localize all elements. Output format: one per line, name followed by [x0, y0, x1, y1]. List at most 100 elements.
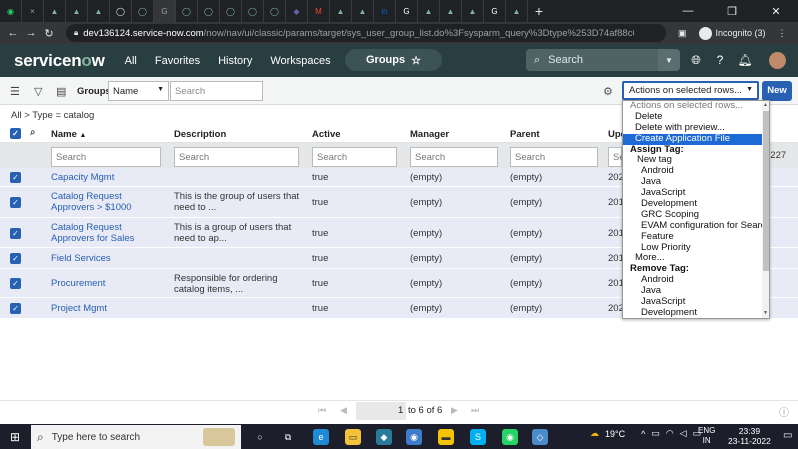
browser-tab[interactable]: ▲ [88, 0, 110, 22]
row-checkbox[interactable]: ✓ [10, 197, 21, 208]
browser-tab[interactable]: ◯ [110, 0, 132, 22]
group-name-link[interactable]: Field Services [51, 253, 163, 264]
browser-tab[interactable]: G [484, 0, 506, 22]
window-close-icon[interactable]: ✕ [754, 5, 798, 18]
app-icon[interactable]: ◆ [376, 429, 392, 445]
group-name-link[interactable]: Procurement [51, 278, 163, 289]
clock[interactable]: 23:39 23-11-2022 [728, 426, 771, 446]
chrome-icon[interactable]: ◉ [406, 429, 422, 445]
browser-tab[interactable]: × [22, 0, 44, 22]
browser-tab[interactable]: ◉ [0, 0, 22, 22]
first-page-icon[interactable]: ⏮ [318, 405, 326, 416]
row-checkbox[interactable]: ✓ [10, 227, 21, 239]
taskbar-search[interactable]: ⌕ Type here to search [31, 425, 241, 449]
weather-icon[interactable]: ☁ [590, 428, 599, 439]
scrollbar-thumb[interactable] [763, 111, 769, 271]
whatsapp-taskbar-icon[interactable]: ◉ [502, 429, 518, 445]
globe-icon[interactable]: 🌐︎ [688, 52, 704, 68]
network-icon[interactable]: ▭ [651, 428, 660, 439]
next-page-icon[interactable]: ▶ [451, 405, 458, 416]
comment-icon[interactable]: ▤ [56, 85, 66, 98]
incognito-indicator[interactable]: ▣ Incognito (3) ⋮ [678, 26, 787, 40]
row-checkbox[interactable]: ✓ [10, 278, 21, 289]
browser-tab[interactable]: M [308, 0, 330, 22]
language-indicator[interactable]: ENG IN [698, 426, 715, 446]
dropdown-scrollbar[interactable]: ▲ ▼ [762, 101, 769, 318]
servicenow-logo[interactable]: servicenow [14, 51, 105, 71]
browser-tab[interactable]: ◯ [132, 0, 154, 22]
prev-page-icon[interactable]: ◀ [340, 405, 347, 416]
select-all-checkbox[interactable]: ✓ [10, 128, 21, 139]
help-icon[interactable]: ? [712, 52, 728, 68]
search-updated-input[interactable]: Search [608, 147, 643, 167]
col-header-description[interactable]: Description [174, 129, 226, 140]
last-page-icon[interactable]: ⏭ [471, 405, 479, 416]
browser-tab[interactable]: ▲ [330, 0, 352, 22]
search-parent-input[interactable]: Search [510, 147, 598, 167]
filter-icon[interactable]: ▽ [34, 85, 42, 98]
windows-start-icon[interactable]: ⊞ [10, 430, 20, 444]
tray-chevron-icon[interactable]: ^ [641, 429, 645, 439]
edge-icon[interactable]: e [313, 429, 329, 445]
cortana-icon[interactable]: ○ [252, 429, 268, 445]
star-icon[interactable]: ☆ [411, 54, 421, 67]
browser-tab[interactable]: G [396, 0, 418, 22]
browser-tab[interactable]: ◯ [264, 0, 286, 22]
browser-tab[interactable]: ◯ [242, 0, 264, 22]
skype-icon[interactable]: S [470, 429, 486, 445]
restore-icon[interactable]: ❐ [710, 5, 754, 18]
browser-tab[interactable]: ◯ [198, 0, 220, 22]
forward-icon[interactable]: → [22, 27, 40, 39]
info-icon[interactable]: ⓘ [779, 404, 789, 419]
actions-select[interactable]: Actions on selected rows... ▼ [622, 81, 759, 100]
context-pill[interactable]: Groups ☆ [345, 49, 442, 71]
browser-tab[interactable]: ▲ [440, 0, 462, 22]
browser-tab[interactable]: ◯ [220, 0, 242, 22]
row-checkbox[interactable]: ✓ [10, 253, 21, 264]
group-name-link[interactable]: Catalog Request Approvers > $1000 [51, 191, 163, 213]
file-explorer-icon[interactable]: ▭ [345, 429, 361, 445]
browser-tab[interactable]: ◯ [176, 0, 198, 22]
browser-tab[interactable]: ▲ [352, 0, 374, 22]
col-header-parent[interactable]: Parent [510, 129, 540, 140]
scroll-up-icon[interactable]: ▲ [763, 102, 768, 108]
global-search[interactable]: ⌕ Search ▼ [526, 49, 680, 71]
actions-dropdown-list[interactable]: Actions on selected rows... Delete Delete … [622, 100, 770, 319]
search-scope-chevron-icon[interactable]: ▼ [658, 49, 680, 71]
browser-tab[interactable]: ▲ [66, 0, 88, 22]
notifications-bell-icon[interactable]: 🔔︎ [737, 52, 753, 68]
search-name-input[interactable]: Search [51, 147, 161, 167]
browser-tab[interactable]: ▲ [44, 0, 66, 22]
volume-icon[interactable]: ◁ [680, 428, 687, 439]
search-description-input[interactable]: Search [174, 147, 299, 167]
breadcrumb[interactable]: All > Type = catalog [11, 110, 94, 121]
col-header-manager[interactable]: Manager [410, 129, 449, 140]
nav-workspaces[interactable]: Workspaces [270, 55, 330, 67]
group-name-link[interactable]: Catalog Request Approvers for Sales [51, 222, 163, 244]
wifi-icon[interactable]: ◠ [666, 428, 674, 439]
action-option[interactable]: Create Application File [623, 133, 763, 145]
browser-tab[interactable]: ▲ [418, 0, 440, 22]
list-settings-gear-icon[interactable]: ⚙ [603, 85, 613, 98]
action-option[interactable]: Development [623, 307, 763, 318]
group-name-link[interactable]: Project Mgmt [51, 303, 163, 314]
url-field[interactable]: 🔒︎ dev136124.service-now.com /now/nav/ui… [66, 24, 666, 42]
hamburger-menu-icon[interactable]: ☰ [10, 85, 20, 98]
browser-tab[interactable]: in [374, 0, 396, 22]
browser-tab[interactable]: ◆ [286, 0, 308, 22]
browser-tab[interactable]: ▲ [506, 0, 528, 22]
notification-center-icon[interactable]: ▭ [783, 430, 792, 441]
new-button[interactable]: New [762, 81, 792, 101]
browser-tab[interactable]: ▲ [462, 0, 484, 22]
sidebar-toggle-icon[interactable]: ▣ [678, 28, 687, 39]
search-manager-input[interactable]: Search [410, 147, 498, 167]
col-header-active[interactable]: Active [312, 129, 341, 140]
browser-menu-icon[interactable]: ⋮ [778, 28, 787, 39]
column-search-icon[interactable]: ⌕ [30, 127, 36, 138]
scroll-down-icon[interactable]: ▼ [763, 310, 768, 316]
search-field-select[interactable]: Name ▼ [108, 81, 169, 101]
action-option[interactable]: Feature [623, 231, 763, 243]
sticky-notes-icon[interactable]: ▬ [438, 429, 454, 445]
list-search-input[interactable]: Search [170, 81, 263, 101]
col-header-name[interactable]: Name ▲ [51, 129, 86, 140]
